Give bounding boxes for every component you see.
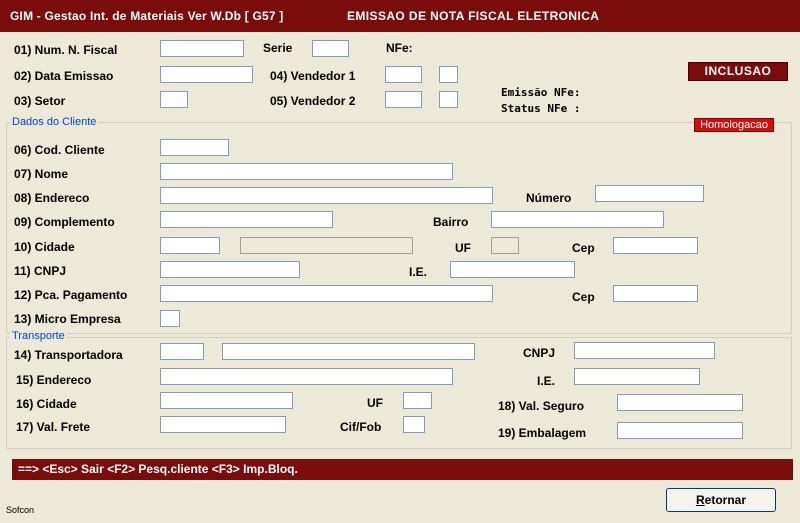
cif-fob-label: Cif/Fob [340, 420, 382, 434]
embalagem-input[interactable] [617, 422, 743, 439]
num-nf-input[interactable] [160, 40, 244, 57]
setor-label: 03) Setor [14, 94, 66, 108]
transp-uf-label: UF [367, 396, 383, 410]
data-emissao-label: 02) Data Emissao [14, 69, 114, 83]
ie-input[interactable] [450, 261, 575, 278]
transp-endereco-input[interactable] [160, 368, 453, 385]
cep-label: Cep [572, 241, 595, 255]
bairro-input[interactable] [491, 211, 664, 228]
val-frete-input[interactable] [160, 416, 286, 433]
transportadora-label: 14) Transportadora [14, 348, 123, 362]
val-seguro-label: 18) Val. Seguro [498, 399, 585, 413]
micro-empresa-label: 13) Micro Empresa [14, 312, 121, 326]
endereco-label: 08) Endereco [14, 191, 90, 205]
transp-endereco-label: 15) Endereco [16, 373, 92, 387]
retornar-mnemonic: R [695, 493, 705, 507]
nome-input[interactable] [160, 163, 453, 180]
nome-label: 07) Nome [14, 167, 69, 181]
window-title: GIM - Gestao Int. de Materiais Ver W.Db … [10, 9, 284, 23]
micro-empresa-input[interactable] [160, 310, 180, 327]
transp-cidade-label: 16) Cidade [16, 397, 77, 411]
data-emissao-input[interactable] [160, 66, 253, 83]
val-frete-label: 17) Val. Frete [16, 420, 91, 434]
numero-label: Número [526, 191, 572, 205]
retornar-button[interactable]: Retornar [666, 488, 776, 512]
complemento-input[interactable] [160, 211, 333, 228]
num-nf-label: 01) Num. N. Fiscal [14, 43, 118, 57]
transporte-legend: Transporte [10, 330, 67, 342]
pca-pagamento-input[interactable] [160, 285, 493, 302]
transportadora-code-input[interactable] [160, 343, 204, 360]
title-bar: GIM - Gestao Int. de Materiais Ver W.Db … [0, 0, 800, 32]
cep2-input[interactable] [613, 285, 698, 302]
endereco-input[interactable] [160, 187, 493, 204]
window-subtitle: EMISSAO DE NOTA FISCAL ELETRONICA [347, 9, 600, 23]
emissao-nfe-label: Emissão NFe: [501, 86, 581, 99]
setor-input[interactable] [160, 91, 188, 108]
uf-label: UF [455, 241, 471, 255]
cnpj-label: 11) CNPJ [14, 264, 67, 278]
footer-brand: Sofcon [6, 505, 35, 515]
numero-input[interactable] [595, 185, 704, 202]
complemento-label: 09) Complemento [14, 215, 115, 229]
cidade-label: 10) Cidade [14, 240, 75, 254]
transp-ie-label: I.E. [537, 374, 556, 388]
status-nfe-label: Status NFe : [501, 102, 581, 115]
cod-cliente-input[interactable] [160, 139, 229, 156]
retornar-label: etornar [704, 493, 746, 507]
ie-label: I.E. [409, 265, 428, 279]
uf-field [491, 237, 519, 254]
bairro-label: Bairro [433, 215, 469, 229]
shortcut-bar: ==> <Esc> Sair <F2> Pesq.cliente <F3> Im… [12, 459, 793, 480]
vendedor1-extra-input[interactable] [439, 66, 458, 83]
serie-label: Serie [263, 41, 293, 55]
vendedor2-label: 05) Vendedor 2 [270, 94, 356, 108]
mode-badge: INCLUSAO [688, 62, 788, 81]
vendedor1-label: 04) Vendedor 1 [270, 69, 356, 83]
serie-input[interactable] [312, 40, 349, 57]
nfe-label: NFe: [386, 41, 413, 55]
cif-fob-input[interactable] [403, 416, 425, 433]
cnpj-input[interactable] [160, 261, 300, 278]
transp-cnpj-label: CNPJ [523, 346, 556, 360]
transp-cnpj-input[interactable] [574, 342, 715, 359]
form-area: 01) Num. N. Fiscal Serie NFe: 02) Data E… [4, 32, 796, 520]
transp-ie-input[interactable] [574, 368, 700, 385]
cidade-code-input[interactable] [160, 237, 220, 254]
transp-cidade-input[interactable] [160, 392, 293, 409]
vendedor1-code-input[interactable] [385, 66, 422, 83]
cep2-label: Cep [572, 290, 595, 304]
transportadora-name-input[interactable] [222, 343, 475, 360]
vendedor2-code-input[interactable] [385, 91, 422, 108]
cod-cliente-label: 06) Cod. Cliente [14, 143, 105, 157]
transp-uf-input[interactable] [403, 392, 432, 409]
pca-pagamento-label: 12) Pca. Pagamento [14, 288, 128, 302]
embalagem-label: 19) Embalagem [498, 426, 587, 440]
cep-input[interactable] [613, 237, 698, 254]
vendedor2-extra-input[interactable] [439, 91, 458, 108]
cliente-legend: Dados do Cliente [10, 116, 99, 128]
cliente-group [6, 122, 792, 334]
val-seguro-input[interactable] [617, 394, 743, 411]
cidade-name-field [240, 237, 413, 254]
homologacao-badge: Homologacao [694, 118, 774, 132]
